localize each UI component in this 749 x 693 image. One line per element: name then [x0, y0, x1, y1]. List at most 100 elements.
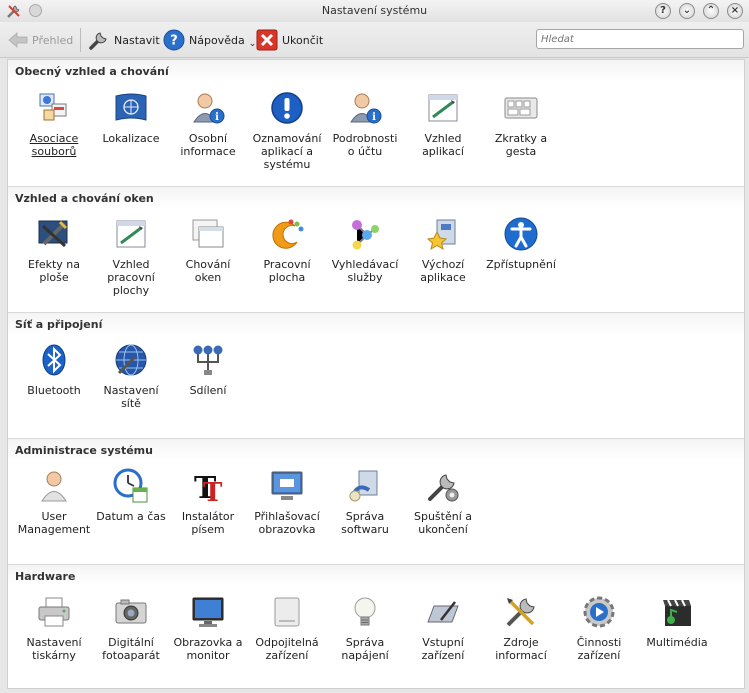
svg-text:i: i: [215, 112, 219, 123]
item-input-devices[interactable]: Vstupní zařízení: [405, 594, 481, 662]
svg-text:?: ?: [170, 34, 178, 49]
monitor-icon: [190, 594, 226, 630]
item-sharing[interactable]: Sdílení: [170, 342, 246, 397]
window-title: Nastavení systému: [321, 4, 428, 17]
item-label: Multimédia: [646, 636, 708, 649]
item-account-details[interactable]: i Podrobnosti o účtu: [327, 90, 403, 158]
device-actions-icon: [581, 594, 617, 630]
item-shortcuts[interactable]: Zkratky a gesta: [483, 90, 559, 158]
search-input[interactable]: [536, 29, 744, 49]
date-time-icon: [113, 468, 149, 504]
personal-info-icon: i: [190, 90, 226, 126]
item-printer[interactable]: Nastavení tiskárny: [16, 594, 92, 662]
power-management-icon: [347, 594, 383, 630]
close-button[interactable]: ×: [727, 3, 743, 19]
item-search-services[interactable]: Vyhledávací služby: [327, 216, 403, 284]
startup-shutdown-icon: [425, 468, 461, 504]
help-button[interactable]: ? Nápověda ⌄: [163, 28, 256, 52]
multimedia-icon: [659, 594, 695, 630]
item-label: Obrazovka a monitor: [173, 636, 243, 662]
item-workspace[interactable]: Pracovní plocha: [249, 216, 325, 284]
item-bluetooth[interactable]: Bluetooth: [16, 342, 92, 397]
item-label: Správa napájení: [341, 636, 389, 662]
item-label: Asociace souborů: [29, 132, 79, 158]
item-label: Přihlašovací obrazovka: [254, 510, 320, 536]
login-screen-icon: [269, 468, 305, 504]
configure-button[interactable]: Nastavit: [88, 28, 160, 52]
software-management-icon: [347, 468, 383, 504]
item-window-behavior[interactable]: Chování oken: [170, 216, 246, 284]
app-appearance-icon: [425, 90, 461, 126]
help-icon: ?: [163, 29, 185, 51]
item-label: Efekty na ploše: [28, 258, 80, 284]
search-services-icon: [347, 216, 383, 252]
section-title: Obecný vzhled a chování: [8, 60, 744, 82]
item-multimedia[interactable]: Multimédia: [639, 594, 715, 649]
item-accessibility[interactable]: Zpřístupnění: [483, 216, 559, 271]
item-label: Digitální fotoaparát: [102, 636, 160, 662]
item-file-associations[interactable]: Asociace souborů: [16, 90, 92, 158]
item-default-apps[interactable]: Výchozí aplikace: [405, 216, 481, 284]
item-network-settings[interactable]: Nastavení sítě: [93, 342, 169, 410]
localization-flag-icon: [113, 90, 149, 126]
toolbar: Přehled Nastavit ? Nápověda ⌄ Ukončit: [0, 22, 749, 58]
svg-text:i: i: [372, 112, 376, 123]
item-date-time[interactable]: Datum a čas: [93, 468, 169, 523]
workspace-appearance-icon: [113, 216, 149, 252]
input-devices-icon: [425, 594, 461, 630]
section-title: Hardware: [8, 564, 744, 586]
item-monitor[interactable]: Obrazovka a monitor: [170, 594, 246, 662]
window-behavior-icon: [190, 216, 226, 252]
item-device-actions[interactable]: Činnosti zařízení: [561, 594, 637, 662]
item-removable-devices[interactable]: Odpojitelná zařízení: [249, 594, 325, 662]
help-label: Nápověda: [189, 33, 245, 47]
help-window-button[interactable]: ?: [655, 3, 671, 19]
item-label: Nastavení tiskárny: [26, 636, 82, 662]
item-user-management[interactable]: User Management: [16, 468, 92, 536]
item-desktop-effects[interactable]: Efekty na ploše: [16, 216, 92, 284]
item-label: Nastavení sítě: [103, 384, 159, 410]
item-label: Spuštění a ukončení: [413, 510, 472, 536]
item-label: Činnosti zařízení: [576, 636, 622, 662]
section-title: Vzhled a chování oken: [8, 186, 744, 208]
item-notifications[interactable]: Oznamování aplikací a systému: [249, 90, 325, 171]
item-workspace-appearance[interactable]: Vzhled pracovní plochy: [93, 216, 169, 297]
quit-button[interactable]: Ukončit: [256, 28, 323, 52]
item-label: Podrobnosti o účtu: [332, 132, 398, 158]
workspace-icon: [269, 216, 305, 252]
wrench-icon: [88, 29, 110, 51]
item-personal-info[interactable]: i Osobní informace: [170, 90, 246, 158]
quit-icon: [256, 29, 278, 51]
desktop-effects-icon: [36, 216, 72, 252]
section-title: Administrace systému: [8, 438, 744, 460]
maximize-button[interactable]: ⌃: [703, 3, 719, 19]
configure-label: Nastavit: [114, 33, 160, 47]
item-label: Výchozí aplikace: [420, 258, 466, 284]
item-font-installer[interactable]: T T Instalátor písem: [170, 468, 246, 536]
item-startup-shutdown[interactable]: Spuštění a ukončení: [405, 468, 481, 536]
item-label: Vyhledávací služby: [331, 258, 399, 284]
item-label: Zkratky a gesta: [494, 132, 548, 158]
item-label: Chování oken: [185, 258, 231, 284]
item-software-management[interactable]: Správa softwaru: [327, 468, 403, 536]
item-camera[interactable]: Digitální fotoaparát: [93, 594, 169, 662]
item-power-management[interactable]: Správa napájení: [327, 594, 403, 662]
font-installer-icon: T T: [190, 468, 226, 504]
item-label: Osobní informace: [180, 132, 236, 158]
back-button[interactable]: Přehled: [8, 28, 73, 52]
svg-text:T: T: [203, 478, 223, 504]
item-label: Datum a čas: [96, 510, 166, 523]
item-login-screen[interactable]: Přihlašovací obrazovka: [249, 468, 325, 536]
item-label: Instalátor písem: [181, 510, 235, 536]
toolbar-separator: [80, 28, 81, 52]
section-window-appearance: Vzhled a chování oken Efekty na ploše Vz…: [8, 186, 744, 312]
item-label: Sdílení: [189, 384, 227, 397]
item-info-sources[interactable]: Zdroje informací: [483, 594, 559, 662]
item-label: Lokalizace: [102, 132, 160, 145]
item-localization[interactable]: Lokalizace: [93, 90, 169, 145]
file-associations-icon: [36, 90, 72, 126]
section-general-appearance: Obecný vzhled a chování Asociace souborů: [8, 60, 744, 186]
printer-icon: [36, 594, 72, 630]
item-app-appearance[interactable]: Vzhled aplikací: [405, 90, 481, 158]
minimize-button[interactable]: ⌄: [679, 3, 695, 19]
